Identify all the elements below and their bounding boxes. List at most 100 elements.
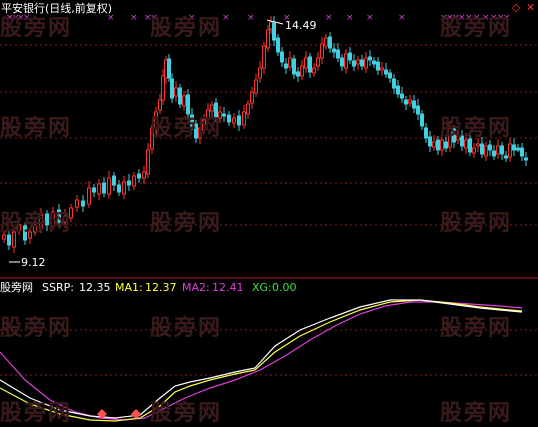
candle-body: [97, 183, 101, 195]
candle-body: [376, 61, 380, 71]
candle-body: [312, 67, 316, 74]
candle-body: [266, 29, 270, 49]
candle-body: [81, 200, 85, 207]
candle-body: [412, 100, 416, 109]
candle-body: [284, 63, 288, 69]
diamond-icon[interactable]: ◇: [512, 1, 520, 14]
candle-body: [304, 57, 308, 69]
candle-body: [107, 177, 111, 195]
ssrp-value: 12.35: [79, 281, 111, 294]
candle-body: [372, 60, 376, 65]
ma1-value: 12.37: [145, 281, 177, 294]
candle-body: [254, 79, 258, 94]
candle-body: [142, 171, 146, 179]
candle-body: [368, 56, 372, 61]
candle-body: [420, 113, 424, 127]
candle-body: [512, 144, 516, 151]
candle-body: [348, 52, 352, 61]
candle-body: [472, 147, 476, 154]
candle-body: [500, 145, 504, 155]
candle-body: [300, 65, 304, 77]
candle-body: [480, 143, 484, 155]
candle-body: [324, 37, 328, 47]
signal-marker: ×: [398, 13, 406, 23]
candle-body: [258, 67, 262, 79]
chart-title: 平安银行(日线,前复权): [1, 2, 113, 15]
candle-body: [127, 180, 131, 186]
watermark: 股旁网: [440, 16, 513, 41]
candle-body: [137, 173, 141, 179]
candle-body: [424, 127, 428, 139]
candle-body: [170, 78, 174, 99]
candle-body: [117, 184, 121, 193]
candle-body: [352, 60, 356, 67]
candle-body: [332, 48, 336, 53]
candle-body: [364, 57, 368, 69]
watermark: 股旁网: [150, 401, 223, 426]
candle-body: [272, 22, 276, 41]
candle-body: [340, 57, 344, 67]
candle-body: [504, 155, 508, 159]
close-icon[interactable]: ✕: [526, 1, 535, 14]
candle-body: [92, 187, 96, 193]
watermark: 股旁网: [440, 116, 513, 141]
candle-body: [316, 57, 320, 67]
candle-body: [232, 117, 236, 124]
candle-body: [75, 199, 79, 208]
candle-body: [288, 57, 292, 68]
ma2-value: 12.41: [212, 281, 244, 294]
candle-body: [122, 181, 126, 195]
candle-body: [320, 43, 324, 59]
candle-body: [242, 111, 246, 126]
candle-body: [158, 99, 162, 111]
candle-body: [262, 45, 266, 69]
candle-body: [520, 147, 524, 157]
ma2-label: MA2:: [182, 281, 210, 294]
candle-body: [174, 87, 178, 97]
high-price-label: 14.49: [285, 19, 317, 32]
watermark: 股旁网: [440, 401, 513, 426]
candle-body: [444, 141, 448, 149]
watermark: 股旁网: [0, 401, 73, 426]
candle-body: [132, 175, 136, 187]
candle-body: [344, 53, 348, 69]
candle-body: [222, 113, 226, 117]
candle-body: [246, 103, 250, 115]
candle-body: [167, 58, 171, 79]
candle-body: [161, 75, 165, 101]
candle-body: [392, 78, 396, 89]
ma1-label: MA1:: [115, 281, 143, 294]
candle-body: [250, 91, 254, 104]
watermark: 股旁网: [0, 316, 73, 341]
ssrp-label: SSRP:: [42, 281, 74, 294]
candle-body: [182, 95, 186, 107]
candle-body: [384, 69, 388, 75]
candle-body: [484, 145, 488, 157]
candle-body: [292, 58, 296, 75]
watermark: 股旁网: [0, 116, 73, 141]
candle-body: [408, 99, 412, 104]
candle-body: [380, 67, 384, 71]
signal-marker: ×: [247, 13, 255, 23]
watermark: 股旁网: [150, 316, 223, 341]
candle-body: [227, 114, 231, 123]
candle-body: [336, 49, 340, 59]
xg-value: 0.00: [272, 281, 297, 294]
watermark: 股旁网: [150, 211, 223, 236]
xg-label: XG:: [252, 281, 272, 294]
signal-marker: ×: [130, 13, 138, 23]
watermark: 股旁网: [150, 16, 223, 41]
signal-marker: ×: [366, 13, 374, 23]
candle-body: [516, 147, 520, 151]
candle-body: [360, 59, 364, 67]
signal-marker: ×: [325, 13, 333, 23]
candle-body: [476, 143, 480, 147]
low-price-label: 9.12: [21, 256, 46, 269]
candle-body: [496, 145, 500, 155]
candle-body: [524, 157, 528, 161]
watermark: 股旁网: [150, 116, 223, 141]
candle-body: [237, 115, 241, 126]
candle-body: [112, 175, 116, 186]
candle-body: [87, 187, 91, 205]
candle-body: [432, 141, 436, 148]
